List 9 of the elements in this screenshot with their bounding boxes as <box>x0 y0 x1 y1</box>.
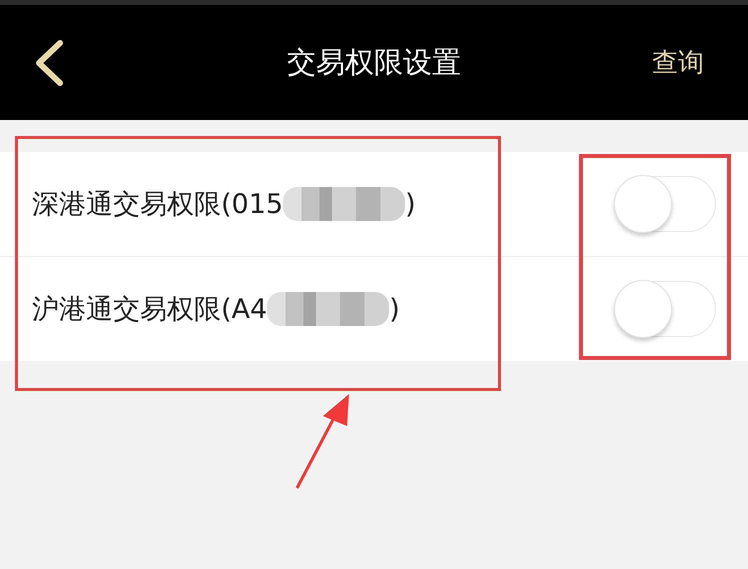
back-chevron-icon[interactable] <box>34 40 64 86</box>
setting-label: 深港通交易权限(015 <box>32 188 284 222</box>
page-title: 交易权限设置 <box>287 44 461 80</box>
query-button[interactable]: 查询 <box>652 45 704 80</box>
setting-label: 沪港通交易权限(A4 <box>32 293 268 327</box>
toggle-switch[interactable] <box>614 281 716 337</box>
setting-label: ) <box>405 188 416 220</box>
setting-label: ) <box>389 294 400 324</box>
toggle-switch[interactable] <box>614 176 716 232</box>
